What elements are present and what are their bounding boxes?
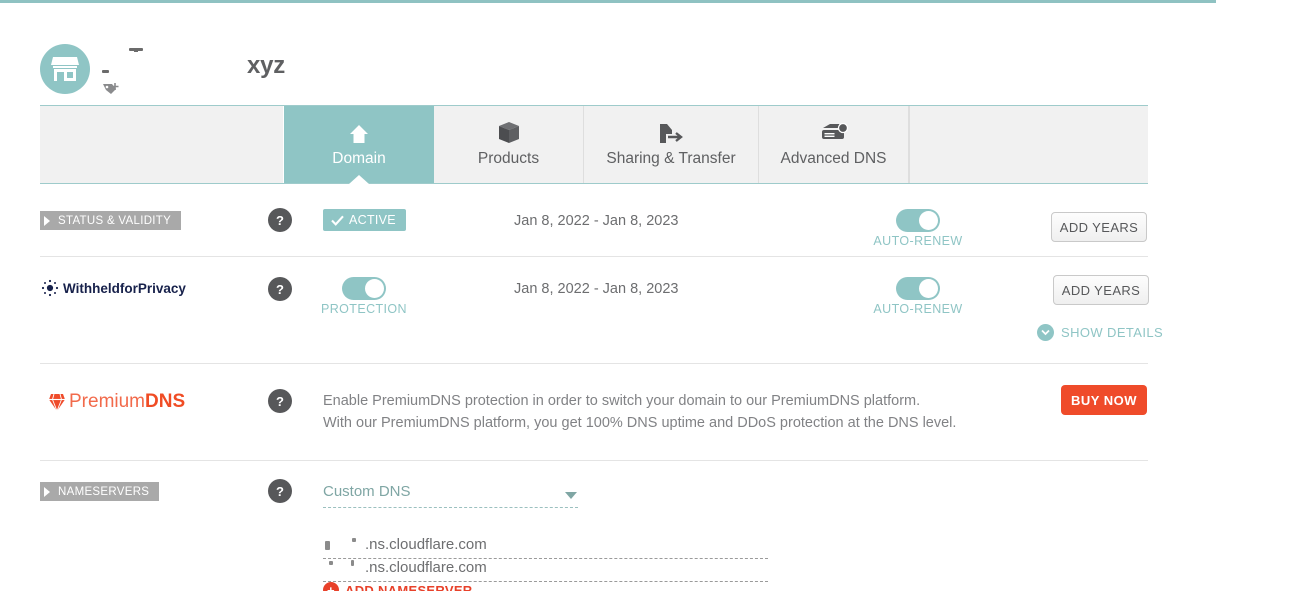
server-icon [819,119,849,145]
show-details-link[interactable]: SHOW DETAILS [1037,324,1163,341]
withheldforprivacy-logo: Withheldfor Privacy [40,279,186,297]
privacy-auto-renew-label: AUTO-RENEW [873,302,963,316]
storefront-icon [40,44,90,94]
premiumdns-description-line2: With our PremiumDNS platform, you get 10… [323,415,957,431]
protection-label: PROTECTION [321,302,407,316]
status-badge-label: ACTIVE [349,213,396,227]
tab-sharing-transfer[interactable]: Sharing & Transfer [584,106,759,183]
auto-renew-toggle-block: AUTO-RENEW [872,209,964,248]
redacted-mark [323,560,365,574]
add-years-button-status[interactable]: ADD YEARS [1051,212,1147,242]
tab-label-sharing-transfer: Sharing & Transfer [606,150,736,167]
domain-title: xyz [102,36,432,98]
premiumdns-help-icon[interactable]: ? [268,389,292,413]
row-divider [40,256,1148,257]
premiumdns-logo: Premium DNS [48,391,185,413]
tab-products[interactable]: Products [434,106,584,183]
toggle-knob [919,211,938,230]
privacy-brand-a: Withheldfor [63,280,138,296]
add-years-button-privacy[interactable]: ADD YEARS [1053,275,1149,305]
redacted-mark [102,70,109,73]
nameserver-value-2: .ns.cloudflare.com [365,559,487,576]
status-validity-ribbon: STATUS & VALIDITY [40,211,182,230]
auto-renew-toggle[interactable] [896,209,940,232]
tab-label-domain: Domain [332,150,386,167]
redacted-mark [323,537,365,551]
redacted-mark [134,49,138,52]
tag-plus-icon[interactable] [102,80,122,100]
add-nameserver-button[interactable]: + ADD NAMESERVER [323,582,472,591]
privacy-help-icon[interactable]: ? [268,277,292,301]
transfer-icon [656,119,686,145]
nameserver-input-1[interactable]: .ns.cloudflare.com [323,536,768,559]
page-title: xyz [247,52,286,79]
tab-label-products: Products [477,150,540,167]
nameserver-value-1: .ns.cloudflare.com [365,536,487,553]
privacy-starburst-icon [40,279,60,297]
dns-type-select[interactable]: Custom DNS [323,483,578,508]
buy-now-button[interactable]: BUY NOW [1061,385,1147,415]
toggle-knob [919,279,938,298]
page-header: xyz [40,36,1150,98]
tab-label-advanced-dns: Advanced DNS [780,150,887,167]
box-icon [498,119,520,145]
plus-icon: + [323,582,339,591]
gem-icon [48,393,66,412]
status-badge: ACTIVE [323,209,406,231]
nameservers-ribbon: NAMESERVERS [40,482,160,501]
privacy-auto-renew-toggle[interactable] [896,277,940,300]
privacy-date-range: Jan 8, 2022 - Jan 8, 2023 [514,281,679,297]
show-details-label: SHOW DETAILS [1061,325,1164,340]
tab-bar-trailing-spacer [909,106,1148,183]
nameserver-input-2[interactable]: .ns.cloudflare.com [323,559,768,582]
row-divider [40,460,1148,461]
status-date-range: Jan 8, 2022 - Jan 8, 2023 [514,213,679,229]
tab-domain[interactable]: Domain [284,106,434,184]
privacy-auto-renew-toggle-block: AUTO-RENEW [872,277,964,316]
chevron-down-icon [1037,324,1054,341]
premiumdns-description-line1: Enable PremiumDNS protection in order to… [323,393,921,409]
dns-type-selected-value: Custom DNS [323,483,411,500]
premiumdns-brand-b: DNS [145,391,186,412]
protection-toggle[interactable] [342,277,386,300]
privacy-brand-b: Privacy [137,280,186,296]
tab-bar: Domain Products Sharing & Transfer Advan… [40,105,1148,184]
tab-advanced-dns[interactable]: Advanced DNS [759,106,909,183]
chevron-down-icon [564,487,578,504]
premiumdns-description: Enable PremiumDNS protection in order to… [323,390,956,434]
premiumdns-brand-a: Premium [69,391,146,412]
nameservers-help-icon[interactable]: ? [268,479,292,503]
row-divider [40,363,1148,364]
privacy-protection-toggle-block: PROTECTION [318,277,410,316]
check-icon [331,215,344,226]
auto-renew-label: AUTO-RENEW [873,234,963,248]
toggle-knob [365,279,384,298]
tab-bar-leading-spacer [40,106,284,183]
add-nameserver-label: ADD NAMESERVER [345,582,473,591]
home-icon [348,119,370,145]
page-top-rule [0,0,1216,3]
domain-management-page: xyz Domain Products Sharing & Transfer A… [0,0,1308,591]
status-help-icon[interactable]: ? [268,208,292,232]
